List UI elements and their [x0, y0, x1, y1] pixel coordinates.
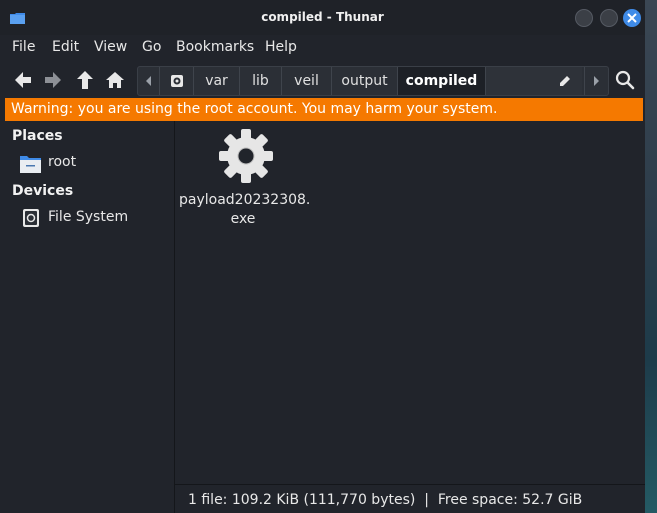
- home-icon[interactable]: [104, 69, 126, 91]
- path-edit-field[interactable]: [486, 67, 582, 95]
- status-bar: 1 file: 109.2 KiB (111,770 bytes) | Free…: [175, 484, 645, 513]
- path-root-button[interactable]: [160, 67, 194, 95]
- menu-go[interactable]: Go: [142, 39, 161, 55]
- chevron-right-icon: [593, 76, 599, 86]
- status-text: 1 file: 109.2 KiB (111,770 bytes) | Free…: [188, 492, 583, 508]
- sidebar-item-file-system[interactable]: File System: [20, 208, 160, 230]
- menu-file[interactable]: File: [12, 39, 35, 55]
- window-title: compiled - Thunar: [261, 10, 384, 24]
- desktop-background: [645, 0, 657, 513]
- path-bar: var lib veil output compiled: [137, 66, 609, 96]
- titlebar[interactable]: compiled - Thunar: [0, 0, 645, 35]
- search-icon[interactable]: [614, 69, 636, 91]
- sidebar-header-places: Places: [12, 128, 63, 144]
- drive-icon: [23, 209, 39, 227]
- menu-bookmarks[interactable]: Bookmarks: [176, 39, 254, 55]
- path-segment-output[interactable]: output: [332, 67, 398, 95]
- arrow-up-icon[interactable]: [74, 69, 96, 91]
- menu-edit[interactable]: Edit: [52, 39, 79, 55]
- sidebar-item-label: File System: [48, 209, 129, 225]
- path-scroll-right-button[interactable]: [584, 67, 606, 95]
- path-scroll-left-button[interactable]: [138, 67, 160, 95]
- sidebar: Places root Devices File System: [0, 121, 175, 513]
- close-button[interactable]: [623, 9, 641, 27]
- arrow-right-icon[interactable]: [42, 69, 64, 91]
- file-item[interactable]: payload20232308. exe: [179, 127, 311, 229]
- menu-help[interactable]: Help: [265, 39, 297, 55]
- close-icon: [627, 13, 637, 23]
- path-segment-lib[interactable]: lib: [240, 67, 282, 95]
- pencil-icon[interactable]: [558, 74, 572, 88]
- maximize-button[interactable]: [600, 9, 618, 27]
- file-view[interactable]: payload20232308. exe: [175, 121, 645, 484]
- gear-icon: [219, 129, 273, 183]
- chevron-left-icon: [145, 76, 151, 86]
- file-name: payload20232308. exe: [179, 192, 311, 227]
- folder-icon: [20, 156, 41, 173]
- menubar: File Edit View Go Bookmarks Help: [0, 35, 645, 62]
- toolbar: var lib veil output compiled: [0, 62, 645, 98]
- arrow-left-icon[interactable]: [12, 69, 34, 91]
- menu-view[interactable]: View: [94, 39, 127, 55]
- drive-icon: [170, 75, 183, 87]
- path-segment-veil[interactable]: veil: [282, 67, 332, 95]
- sidebar-item-label: root: [48, 154, 77, 170]
- thunar-window: compiled - Thunar File Edit View Go Book…: [0, 0, 646, 513]
- path-segment-var[interactable]: var: [194, 67, 240, 95]
- minimize-button[interactable]: [575, 9, 593, 27]
- path-segment-compiled[interactable]: compiled: [398, 67, 486, 95]
- sidebar-header-devices: Devices: [12, 183, 74, 199]
- root-warning-bar: Warning: you are using the root account.…: [5, 98, 643, 121]
- sidebar-item-root[interactable]: root: [20, 153, 160, 175]
